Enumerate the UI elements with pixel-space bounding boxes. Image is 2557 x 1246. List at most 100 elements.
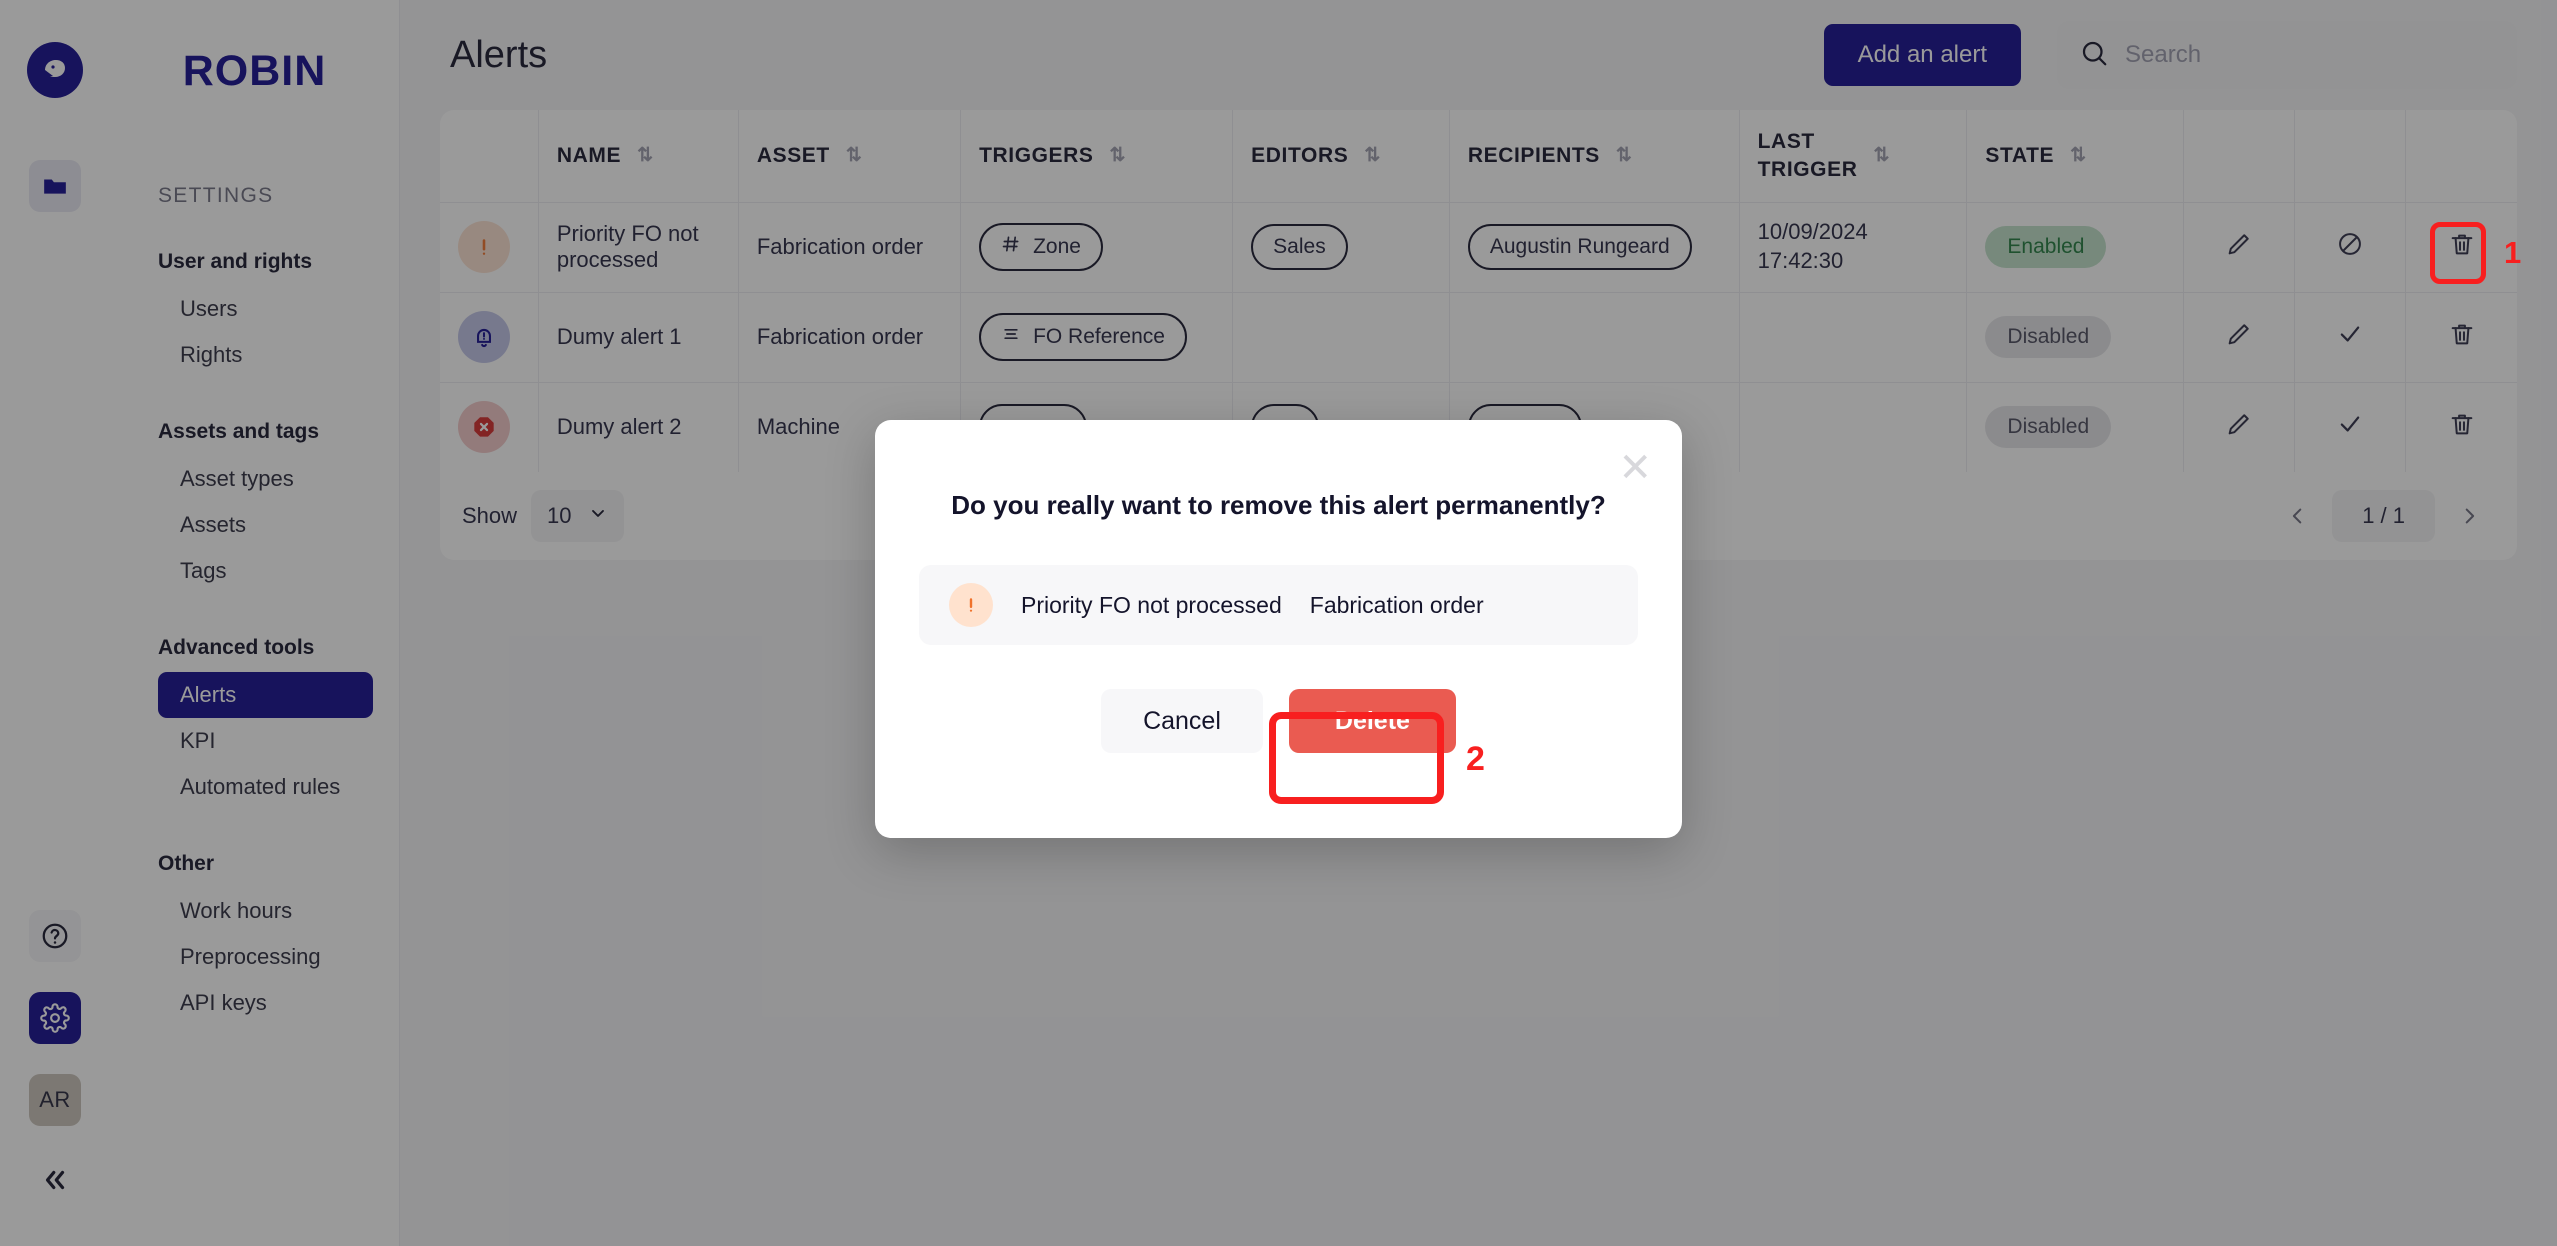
sidebar-item-users[interactable]: Users xyxy=(158,286,373,332)
collapse-sidebar-icon[interactable] xyxy=(29,1154,81,1206)
last-trigger-time: 17:42:30 xyxy=(1757,248,1844,273)
sidebar-item-automated-rules[interactable]: Automated rules xyxy=(158,764,373,810)
cancel-button[interactable]: Cancel xyxy=(1101,689,1263,753)
sidebar-group-other: Other Work hours Preprocessing API keys xyxy=(110,852,399,1026)
sort-updown-icon[interactable]: ⇅ xyxy=(1616,146,1633,165)
add-alert-button[interactable]: Add an alert xyxy=(1823,24,2021,86)
cell-action-disable[interactable] xyxy=(2294,201,2407,292)
page-size-label: Show xyxy=(462,503,518,528)
recipient-chip[interactable]: Augustin Rungeard xyxy=(1467,224,1692,270)
status-badge: Disabled xyxy=(1985,406,2112,449)
disable-icon[interactable] xyxy=(2336,230,2364,258)
sidebar-item-folder[interactable] xyxy=(29,160,81,212)
modal-alert-asset: Fabrication order xyxy=(1309,591,1484,618)
cell-action-delete[interactable] xyxy=(2405,381,2517,472)
page-size-value: 10 xyxy=(547,503,572,528)
column-label: RECIPIENTS xyxy=(1467,143,1600,167)
delete-icon[interactable] xyxy=(2448,410,2476,438)
cell-action-delete[interactable] xyxy=(2405,291,2517,382)
sidebar-item-preprocessing[interactable]: Preprocessing xyxy=(158,934,373,980)
cell-action-edit[interactable] xyxy=(2183,291,2296,382)
editor-chip-label: Sales xyxy=(1273,235,1326,258)
modal-question: Do you really want to remove this alert … xyxy=(951,490,1606,520)
editor-chip[interactable]: Sales xyxy=(1251,224,1348,270)
enable-check-icon[interactable] xyxy=(2336,410,2364,438)
column-header-triggers[interactable]: TRIGGERS ⇅ xyxy=(960,110,1234,202)
sidebar-group-user-and-rights: User and rights Users Rights xyxy=(110,250,399,378)
column-header-editors[interactable]: EDITORS ⇅ xyxy=(1232,110,1450,202)
cell-state: Enabled xyxy=(1966,201,2185,292)
cell-editors xyxy=(1232,291,1450,382)
row-icon-cell xyxy=(440,291,539,382)
column-label: STATE xyxy=(1985,143,2055,167)
row-icon-cell xyxy=(440,201,539,292)
annotation-number-2: 2 xyxy=(1466,740,1485,778)
edit-icon[interactable] xyxy=(2225,410,2253,438)
avatar-initials: AR xyxy=(39,1087,71,1112)
sidebar-item-assets[interactable]: Assets xyxy=(158,502,373,548)
cell-action-edit[interactable] xyxy=(2183,381,2296,472)
sidebar-item-kpi[interactable]: KPI xyxy=(158,718,373,764)
page-title: Alerts xyxy=(450,33,548,76)
edit-icon[interactable] xyxy=(2225,320,2253,348)
column-header-recipients[interactable]: RECIPIENTS ⇅ xyxy=(1449,110,1740,202)
sort-updown-icon[interactable]: ⇅ xyxy=(1364,146,1381,165)
column-header-last-trigger[interactable]: LAST TRIGGER ⇅ xyxy=(1739,110,1968,202)
cell-action-edit[interactable] xyxy=(2183,201,2296,292)
sort-updown-icon[interactable]: ⇅ xyxy=(1110,146,1127,165)
sort-updown-icon[interactable]: ⇅ xyxy=(2070,146,2087,165)
hash-icon xyxy=(1001,234,1021,260)
gear-icon[interactable] xyxy=(29,992,81,1044)
table-header-row: NAME ⇅ ASSET ⇅ TRIGGERS ⇅ EDITORS ⇅ RECI… xyxy=(440,110,2517,202)
cell-last-trigger xyxy=(1739,381,1968,472)
delete-icon[interactable] xyxy=(2448,320,2476,348)
sort-updown-icon[interactable]: ⇅ xyxy=(1874,146,1891,165)
help-icon[interactable] xyxy=(29,910,81,962)
avatar[interactable]: AR xyxy=(29,1074,81,1126)
trigger-chip[interactable]: FO Reference xyxy=(979,313,1187,361)
enable-check-icon[interactable] xyxy=(2336,320,2364,348)
page-size-select[interactable]: 10 xyxy=(531,490,624,542)
cell-name: Dumy alert 1 xyxy=(538,291,739,382)
sidebar-item-rights[interactable]: Rights xyxy=(158,332,373,378)
modal-actions: Cancel Delete xyxy=(875,689,1682,753)
recipient-chip-label: Augustin Rungeard xyxy=(1489,235,1670,258)
sidebar-item-asset-types[interactable]: Asset types xyxy=(158,456,373,502)
cell-state: Disabled xyxy=(1966,291,2185,382)
column-header-asset[interactable]: ASSET ⇅ xyxy=(738,110,962,202)
modal-alert-summary: Priority FO not processed Fabrication or… xyxy=(919,565,1638,645)
chevron-right-icon[interactable] xyxy=(2443,490,2495,542)
sidebar-item-tags[interactable]: Tags xyxy=(158,548,373,594)
column-header-state[interactable]: STATE ⇅ xyxy=(1966,110,2185,202)
page-indicator: 1 / 1 xyxy=(2332,490,2435,542)
table-row[interactable]: Dumy alert 1 Fabrication order FO Refere… xyxy=(440,291,2517,382)
close-icon[interactable]: ✕ xyxy=(1618,448,1652,488)
sort-updown-icon[interactable]: ⇅ xyxy=(846,146,863,165)
search-input[interactable]: Search xyxy=(2057,21,2517,89)
delete-button[interactable]: Delete xyxy=(1288,689,1456,753)
sidebar-item-work-hours[interactable]: Work hours xyxy=(158,888,373,934)
sidebar-item-alerts[interactable]: Alerts xyxy=(158,672,373,718)
brand-logo: ROBIN xyxy=(110,36,399,106)
sort-updown-icon[interactable]: ⇅ xyxy=(637,146,654,165)
sidebar-item-api-keys[interactable]: API keys xyxy=(158,980,373,1026)
list-icon xyxy=(1001,324,1021,350)
cell-action-enable[interactable] xyxy=(2294,381,2407,472)
icon-rail: AR xyxy=(0,0,110,1246)
delete-icon[interactable] xyxy=(2448,230,2476,258)
cell-action-enable[interactable] xyxy=(2294,291,2407,382)
cell-asset: Fabrication order xyxy=(738,291,962,382)
cell-recipients: Augustin Rungeard xyxy=(1449,201,1740,292)
alert-exclamation-icon xyxy=(949,583,993,627)
edit-icon[interactable] xyxy=(2225,230,2253,258)
column-header-name[interactable]: NAME ⇅ xyxy=(538,110,739,202)
cell-triggers: FO Reference xyxy=(960,291,1234,382)
alerts-table: NAME ⇅ ASSET ⇅ TRIGGERS ⇅ EDITORS ⇅ RECI… xyxy=(440,110,2517,472)
trigger-chip[interactable]: Zone xyxy=(979,223,1103,271)
robin-bird-logo-icon[interactable] xyxy=(27,42,83,98)
last-trigger-date: 10/09/2024 xyxy=(1757,219,1868,245)
cell-action-delete[interactable] xyxy=(2405,201,2517,292)
column-label: EDITORS xyxy=(1251,143,1349,167)
table-row[interactable]: Priority FO not processed Fabrication or… xyxy=(440,201,2517,292)
chevron-left-icon[interactable] xyxy=(2272,490,2324,542)
